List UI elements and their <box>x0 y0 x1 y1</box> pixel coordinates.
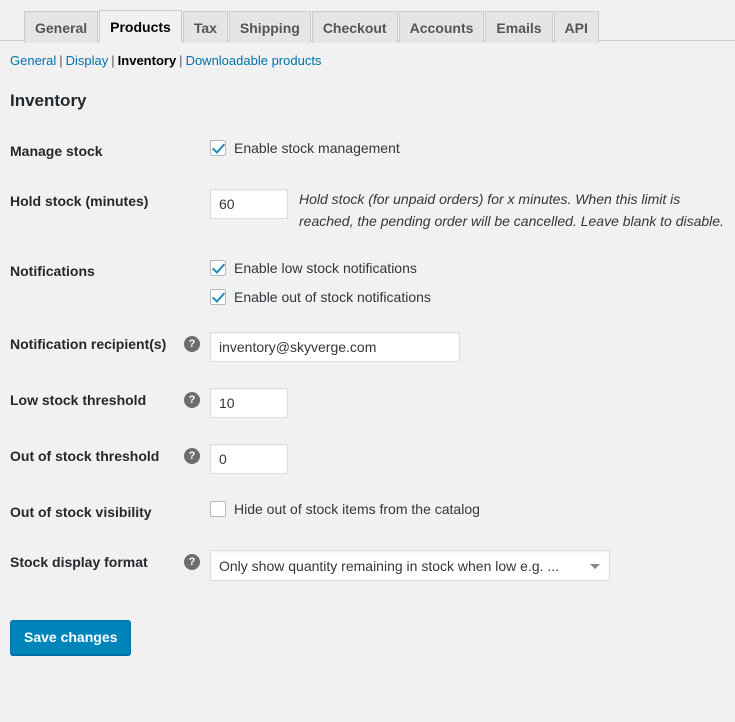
inventory-settings-form: Manage stock Enable stock management Hol… <box>0 126 735 598</box>
input-hold-stock-minutes[interactable] <box>210 189 288 220</box>
subnav: General | Display | Inventory | Downloadable p… <box>10 51 735 71</box>
subnav-item-downloadable-products[interactable]: Downloadable products <box>186 53 322 68</box>
help-icon[interactable]: ? <box>184 391 200 408</box>
label-manage-stock-text: Manage stock <box>10 143 103 159</box>
subnav-separator: | <box>59 53 63 68</box>
label-hold-stock: Hold stock (minutes) <box>0 176 210 245</box>
save-changes-button[interactable]: Save changes <box>10 620 132 655</box>
select-stock-display-format[interactable]: Only show quantity remaining in stock wh… <box>210 550 610 582</box>
row-manage-stock: Manage stock Enable stock management <box>0 126 735 176</box>
label-low-stock-threshold-text: Low stock threshold <box>10 391 147 408</box>
label-notifications-text: Notifications <box>10 262 95 279</box>
row-out-of-stock-threshold: Out of stock threshold ? <box>0 431 735 487</box>
field-out-of-stock-visibility[interactable]: Hide out of stock items from the catalog <box>210 500 725 518</box>
row-low-stock-threshold: Low stock threshold ? <box>0 375 735 431</box>
input-low-stock-threshold[interactable] <box>210 387 288 418</box>
subnav-item-display[interactable]: Display <box>66 53 109 68</box>
tab-emails[interactable]: Emails <box>485 11 553 43</box>
field-manage-stock[interactable]: Enable stock management <box>210 139 725 157</box>
field-low-stock-notifications[interactable]: Enable low stock notifications <box>210 259 725 277</box>
help-icon[interactable]: ? <box>184 335 200 352</box>
checkbox-label-enable-low-stock-notifications[interactable]: Enable low stock notifications <box>234 259 417 277</box>
row-notifications: Notifications Enable low stock notificat… <box>0 246 735 319</box>
label-hold-stock-text: Hold stock (minutes) <box>10 193 149 210</box>
tab-checkout[interactable]: Checkout <box>311 11 398 43</box>
input-notification-recipients[interactable] <box>210 331 460 362</box>
checkbox-label-enable-out-of-stock-notifications[interactable]: Enable out of stock notifications <box>234 288 431 306</box>
label-stock-display-format-text: Stock display format <box>10 554 148 571</box>
subnav-separator: | <box>111 53 115 68</box>
checkbox-label-hide-out-of-stock-items[interactable]: Hide out of stock items from the catalog <box>234 500 480 518</box>
label-notifications: Notifications <box>0 246 210 319</box>
label-out-of-stock-visibility: Out of stock visibility <box>0 487 210 537</box>
tab-general[interactable]: General <box>24 11 99 43</box>
row-hold-stock: Hold stock (minutes) Hold stock (for unp… <box>0 176 735 245</box>
label-notification-recipients: Notification recipient(s) ? <box>0 319 210 375</box>
label-out-of-stock-visibility-text: Out of stock visibility <box>10 503 152 520</box>
subnav-item-inventory[interactable]: Inventory <box>118 53 177 68</box>
row-notification-recipients: Notification recipient(s) ? <box>0 319 735 375</box>
subnav-item-general[interactable]: General <box>10 53 56 68</box>
input-out-of-stock-threshold[interactable] <box>210 443 288 474</box>
row-stock-display-format: Stock display format ? Only show quantit… <box>0 537 735 598</box>
subnav-separator: | <box>179 53 183 68</box>
submit-area: Save changes <box>10 620 735 655</box>
label-manage-stock: Manage stock <box>0 126 210 176</box>
checkbox-hide-out-of-stock-items[interactable] <box>210 501 226 518</box>
label-low-stock-threshold: Low stock threshold ? <box>0 375 210 431</box>
tab-api[interactable]: API <box>553 11 599 43</box>
chevron-down-icon <box>590 564 600 570</box>
label-stock-display-format: Stock display format ? <box>0 537 210 598</box>
page-title: Inventory <box>10 91 87 110</box>
tab-products[interactable]: Products <box>99 10 182 43</box>
checkbox-enable-low-stock-notifications[interactable] <box>210 259 226 276</box>
label-out-of-stock-threshold: Out of stock threshold ? <box>0 431 210 487</box>
field-out-of-stock-notifications[interactable]: Enable out of stock notifications <box>210 288 725 306</box>
description-hold-stock: Hold stock (for unpaid orders) for x min… <box>299 191 724 229</box>
label-notification-recipients-text: Notification recipient(s) <box>10 335 167 352</box>
help-icon[interactable]: ? <box>184 554 200 571</box>
tab-accounts[interactable]: Accounts <box>398 11 485 43</box>
label-out-of-stock-threshold-text: Out of stock threshold <box>10 447 160 464</box>
help-icon[interactable]: ? <box>184 447 200 464</box>
tab-tax[interactable]: Tax <box>182 11 228 43</box>
checkbox-enable-stock-management[interactable] <box>210 140 226 157</box>
tab-shipping[interactable]: Shipping <box>228 11 311 43</box>
select-stock-display-format-value: Only show quantity remaining in stock wh… <box>219 558 560 575</box>
checkbox-label-enable-stock-management[interactable]: Enable stock management <box>234 139 400 157</box>
row-out-of-stock-visibility: Out of stock visibility Hide out of stoc… <box>0 487 735 537</box>
settings-tab-bar: General Products Tax Shipping Checkout Accoun… <box>0 0 735 43</box>
checkbox-enable-out-of-stock-notifications[interactable] <box>210 288 226 305</box>
